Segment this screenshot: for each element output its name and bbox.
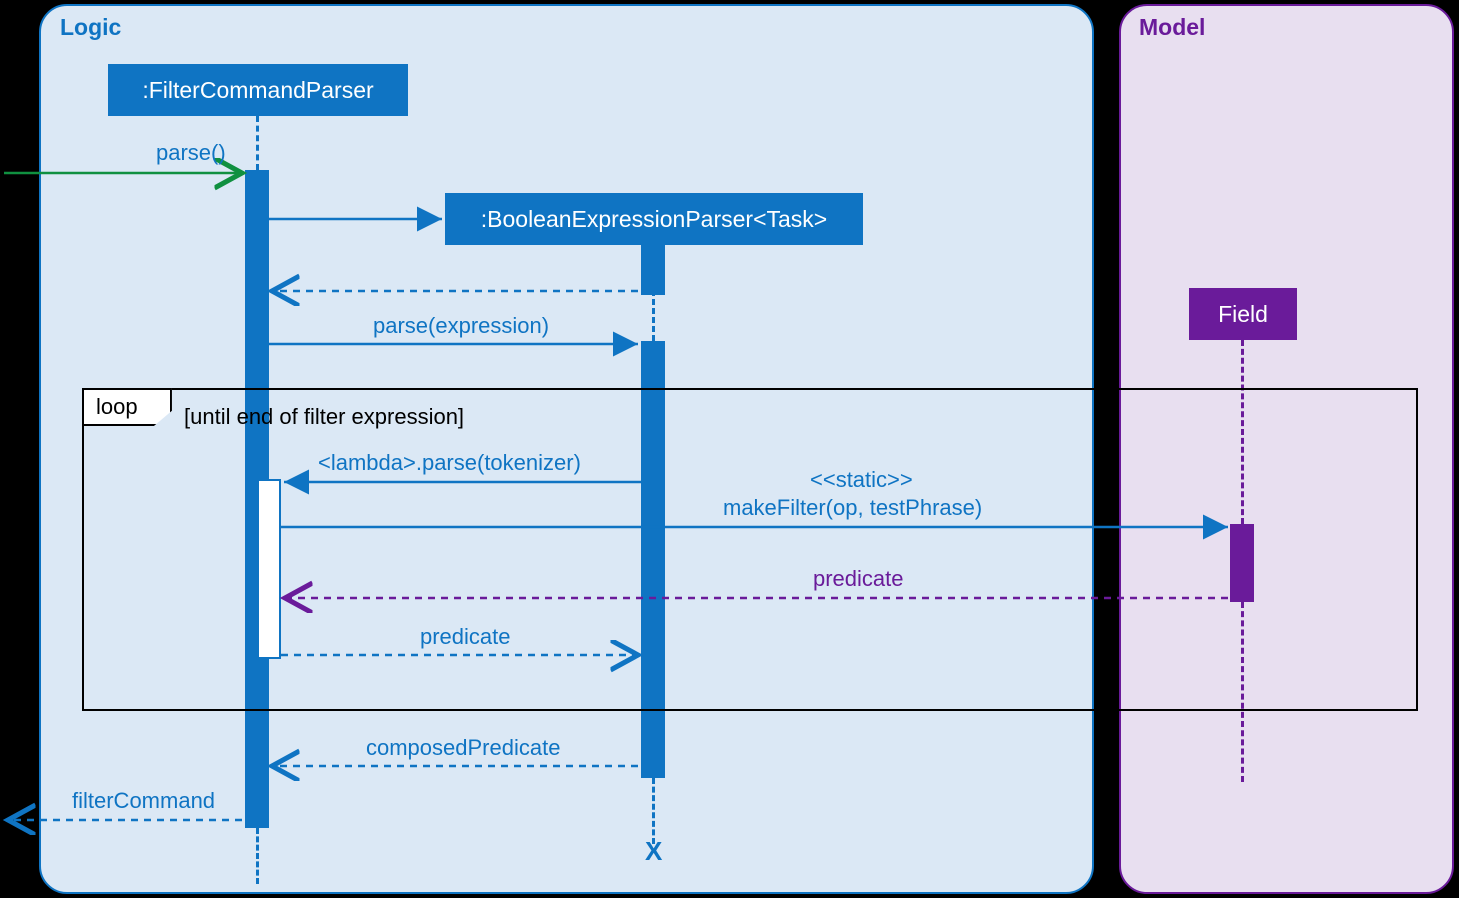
filter-command-parser-object: :FilterCommandParser xyxy=(108,64,408,116)
logic-frame-label: Logic xyxy=(60,14,121,41)
boolean-expression-parser-object: :BooleanExpressionParser<Task> xyxy=(445,193,863,245)
loop-tag: loop xyxy=(82,388,172,426)
lambda-parse-label: <lambda>.parse(tokenizer) xyxy=(318,450,581,476)
parse-expression-label: parse(expression) xyxy=(373,313,549,339)
field-object: Field xyxy=(1189,288,1297,340)
loop-fragment xyxy=(82,388,1418,711)
bool-parser-lifeline-bottom xyxy=(652,778,655,844)
predicate-purple-label: predicate xyxy=(813,566,904,592)
parse-label: parse() xyxy=(156,140,226,166)
filter-parser-lifeline-bottom xyxy=(256,828,259,884)
static-stereotype-label: <<static>> xyxy=(810,467,913,493)
loop-guard-label: [until end of filter expression] xyxy=(184,404,464,430)
loop-tag-label: loop xyxy=(96,394,138,419)
model-frame-label: Model xyxy=(1139,14,1205,41)
filter-command-label: filterCommand xyxy=(72,788,215,814)
make-filter-label: makeFilter(op, testPhrase) xyxy=(723,495,982,521)
bool-parser-create-activation xyxy=(641,245,665,295)
composed-predicate-label: composedPredicate xyxy=(366,735,560,761)
filter-parser-lifeline-top xyxy=(256,116,259,170)
destroy-marker: X xyxy=(645,836,662,867)
sequence-diagram: Logic Model :FilterCommandParser :Boolea… xyxy=(0,0,1459,898)
predicate-blue-label: predicate xyxy=(420,624,511,650)
